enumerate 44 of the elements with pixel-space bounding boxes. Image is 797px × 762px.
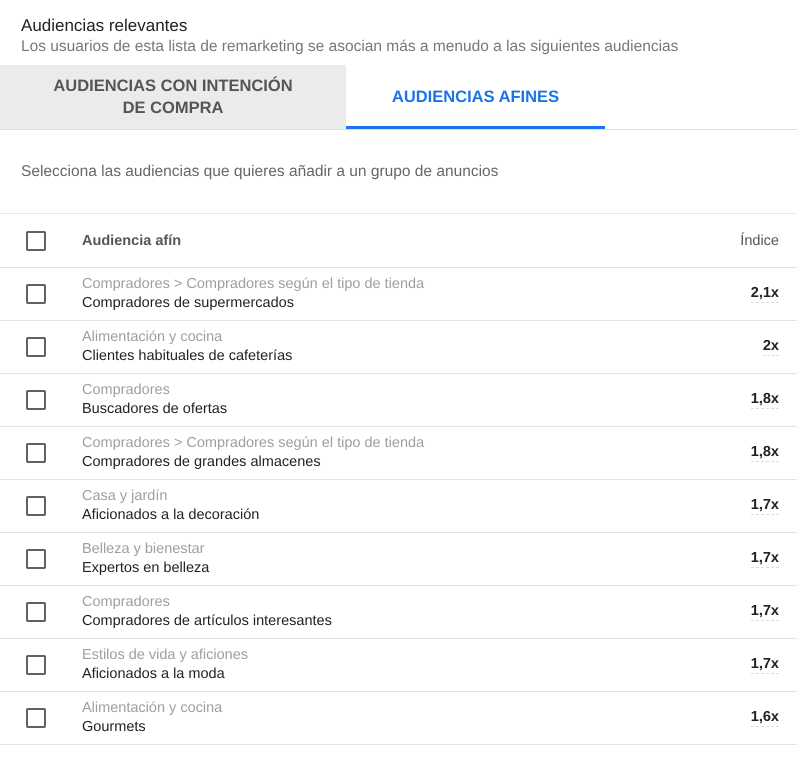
index-value: 1,8x — [750, 391, 779, 409]
tab[interactable]: AUDIENCIAS CON INTENCIÓN DE COMPRA — [0, 65, 346, 129]
index-value: 2,1x — [750, 285, 779, 303]
audience-name: Compradores de grandes almacenes — [82, 453, 322, 472]
audience-name: Clientes habituales de cafeterías — [82, 347, 294, 366]
audience-category: Belleza y bienestar — [82, 540, 206, 559]
audience-category: Casa y jardín — [82, 487, 168, 506]
index-value: 1,7x — [750, 497, 779, 515]
tab[interactable]: AUDIENCIAS AFINES — [346, 65, 605, 129]
index-value: 1,7x — [750, 550, 779, 568]
audience-name: Compradores de artículos interesantes — [82, 612, 333, 631]
row-checkbox[interactable] — [26, 390, 46, 410]
row-checkbox[interactable] — [26, 708, 46, 728]
index-value: 1,7x — [750, 603, 779, 621]
index-value: 1,8x — [750, 444, 779, 462]
audience-name: Expertos en belleza — [82, 559, 210, 578]
row-checkbox[interactable] — [26, 496, 46, 516]
audience-category: Compradores — [82, 593, 171, 612]
audience-category: Alimentación y cocina — [82, 699, 224, 718]
audience-name: Compradores de supermercados — [82, 294, 295, 313]
section-subtitle: Los usuarios de esta lista de remarketing se asocian más a menudo a las siguientes audiencias — [21, 37, 678, 57]
instruction-text: Selecciona las audiencias que quieres añadir a un grupo de anuncios — [21, 162, 498, 180]
index-value: 2x — [762, 338, 779, 356]
audience-name: Buscadores de ofertas — [82, 400, 228, 419]
row-checkbox[interactable] — [26, 549, 46, 569]
audience-name: Aficionados a la decoración — [82, 506, 260, 525]
select-all-checkbox[interactable] — [26, 230, 46, 250]
audience-category: Alimentación y cocina — [82, 328, 224, 347]
audience-name: Aficionados a la moda — [82, 665, 226, 684]
column-header: Audiencia afín — [82, 232, 182, 248]
section-title: Audiencias relevantes — [21, 15, 188, 37]
audience-category: Compradores — [82, 381, 171, 400]
index-value: 1,6x — [750, 709, 779, 727]
audience-name: Gourmets — [82, 718, 147, 737]
row-checkbox[interactable] — [26, 337, 46, 357]
index-value: 1,7x — [750, 656, 779, 674]
row-checkbox[interactable] — [26, 443, 46, 463]
row-checkbox[interactable] — [26, 284, 46, 304]
audience-category: Compradores > Compradores según el tipo de tienda — [82, 275, 426, 294]
row-checkbox[interactable] — [26, 655, 46, 675]
audience-category: Compradores > Compradores según el tipo de tienda — [82, 434, 426, 453]
column-header: Índice — [740, 232, 779, 248]
audience-category: Estilos de vida y aficiones — [82, 646, 250, 665]
row-checkbox[interactable] — [26, 602, 46, 622]
